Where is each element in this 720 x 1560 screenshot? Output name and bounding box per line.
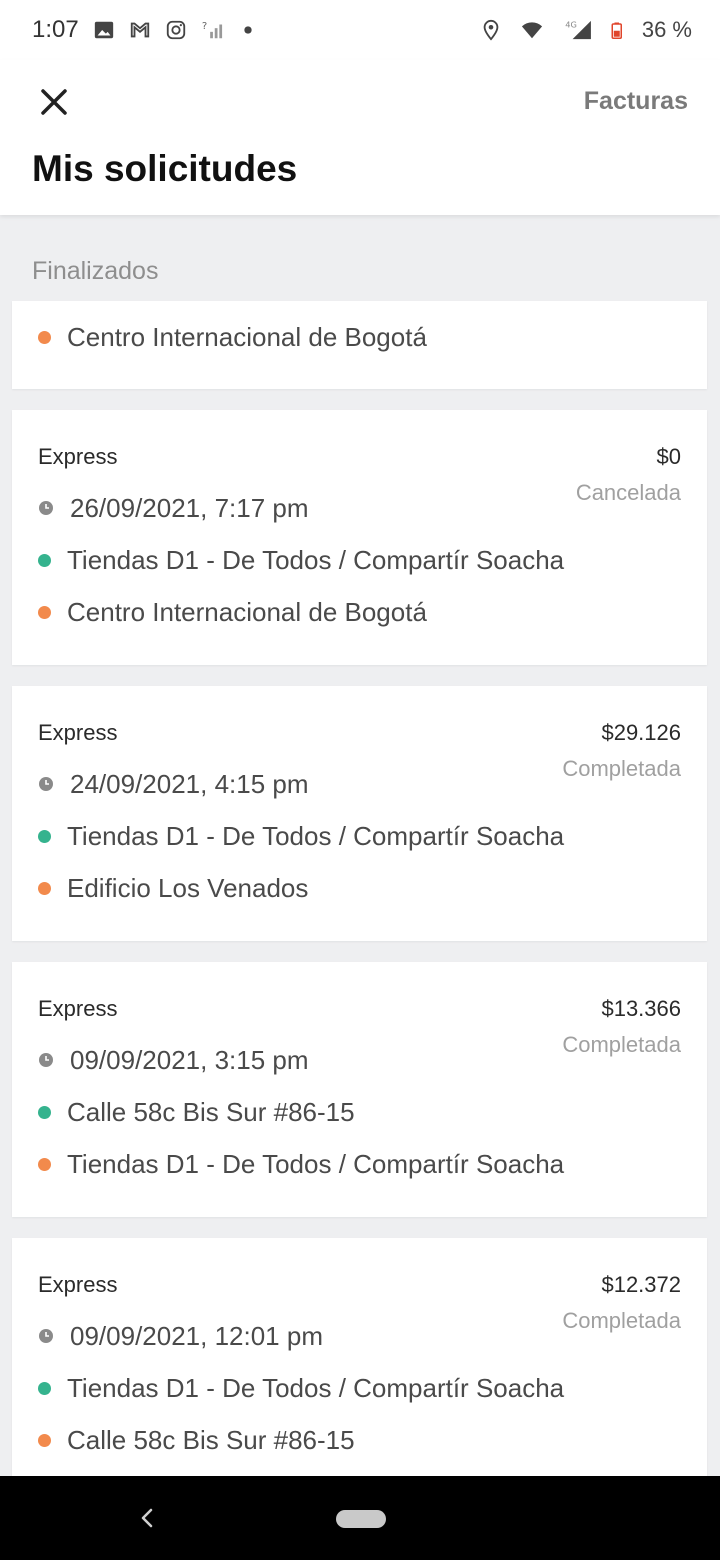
header: Facturas Mis solicitudes bbox=[0, 60, 720, 215]
section-label: Finalizados bbox=[32, 257, 159, 285]
origin-dot-icon bbox=[38, 829, 51, 843]
destination-row: Centro Internacional de Bogotá bbox=[38, 320, 427, 354]
instagram-icon bbox=[166, 20, 185, 40]
svg-text:?: ? bbox=[202, 21, 207, 32]
status-label: Completada bbox=[562, 756, 681, 781]
origin-dot-icon bbox=[38, 1381, 51, 1395]
destination-text: Edificio Los Venados bbox=[67, 872, 309, 903]
destination-text: Centro Internacional de Bogotá bbox=[67, 321, 427, 352]
status-bar: 1:07 ? 4G 36 % bbox=[0, 0, 720, 60]
request-card-partial[interactable]: Centro Internacional de Bogotá bbox=[12, 301, 707, 389]
destination-text: Centro Internacional de Bogotá bbox=[67, 596, 427, 627]
origin-dot-icon bbox=[38, 553, 51, 567]
battery-percent: 36 % bbox=[641, 17, 692, 42]
status-time: 1:07 bbox=[32, 16, 79, 43]
dot-icon bbox=[244, 26, 252, 34]
destination-row: Calle 58c Bis Sur #86-15 bbox=[38, 1423, 355, 1457]
origin-text: Tiendas D1 - De Todos / Compartír Soacha bbox=[67, 1372, 565, 1403]
origin-row: Tiendas D1 - De Todos / Compartír Soacha bbox=[38, 1371, 564, 1405]
clock-icon bbox=[39, 777, 53, 791]
datetime-text: 26/09/2021, 7:17 pm bbox=[70, 492, 309, 523]
service-type: Express bbox=[38, 444, 118, 469]
image-icon bbox=[94, 21, 113, 39]
destination-row: Tiendas D1 - De Todos / Compartír Soacha bbox=[38, 1147, 564, 1181]
datetime-text: 24/09/2021, 4:15 pm bbox=[70, 768, 309, 799]
back-icon[interactable] bbox=[136, 1506, 160, 1530]
requests-list[interactable]: Finalizados Centro Internacional de Bogo… bbox=[0, 215, 720, 1476]
status-label: Completada bbox=[562, 1032, 681, 1057]
destination-dot-icon bbox=[38, 605, 51, 619]
service-type: Express bbox=[38, 1272, 118, 1297]
signal-icon: 4G bbox=[565, 19, 591, 40]
battery-icon bbox=[611, 22, 622, 39]
price: $0 bbox=[656, 444, 681, 469]
location-icon bbox=[483, 19, 499, 41]
status-left: 1:07 ? bbox=[32, 16, 259, 44]
status-label: Cancelada bbox=[575, 480, 681, 505]
wifi-icon bbox=[521, 22, 542, 39]
datetime-text: 09/09/2021, 3:15 pm bbox=[70, 1044, 309, 1075]
destination-text: Tiendas D1 - De Todos / Compartír Soacha bbox=[67, 1148, 565, 1179]
destination-dot-icon bbox=[38, 1157, 51, 1171]
price: $12.372 bbox=[601, 1272, 681, 1297]
close-button[interactable] bbox=[34, 82, 74, 122]
origin-text: Tiendas D1 - De Todos / Compartír Soacha bbox=[67, 820, 565, 851]
home-pill-icon[interactable] bbox=[336, 1510, 386, 1528]
request-card[interactable]: Express $12.372 Completada 09/09/2021, 1… bbox=[12, 1238, 707, 1476]
destination-dot-icon bbox=[38, 1433, 51, 1447]
request-card[interactable]: Express $0 Cancelada 26/09/2021, 7:17 pm… bbox=[12, 410, 707, 665]
datetime-row: 09/09/2021, 12:01 pm bbox=[38, 1319, 323, 1353]
request-card[interactable]: Express $13.366 Completada 09/09/2021, 3… bbox=[12, 962, 707, 1217]
status-label: Completada bbox=[562, 1308, 681, 1333]
service-type: Express bbox=[38, 996, 118, 1021]
datetime-text: 09/09/2021, 12:01 pm bbox=[70, 1320, 323, 1351]
origin-row: Tiendas D1 - De Todos / Compartír Soacha bbox=[38, 819, 564, 853]
datetime-row: 24/09/2021, 4:15 pm bbox=[38, 767, 309, 801]
destination-text: Calle 58c Bis Sur #86-15 bbox=[67, 1424, 355, 1455]
close-icon bbox=[41, 89, 67, 115]
price: $29.126 bbox=[601, 720, 681, 745]
no-signal-icon: ? bbox=[202, 21, 222, 39]
destination-dot-icon bbox=[38, 330, 51, 344]
navigation-bar bbox=[0, 1476, 720, 1560]
service-type: Express bbox=[38, 720, 118, 745]
destination-dot-icon bbox=[38, 881, 51, 895]
origin-text: Tiendas D1 - De Todos / Compartír Soacha bbox=[67, 544, 565, 575]
origin-row: Tiendas D1 - De Todos / Compartír Soacha bbox=[38, 543, 564, 577]
price: $13.366 bbox=[601, 996, 681, 1021]
status-right: 4G 36 % bbox=[480, 17, 692, 43]
origin-row: Calle 58c Bis Sur #86-15 bbox=[38, 1095, 355, 1129]
request-card[interactable]: Express $29.126 Completada 24/09/2021, 4… bbox=[12, 686, 707, 941]
page-title: Mis solicitudes bbox=[32, 148, 298, 189]
datetime-row: 09/09/2021, 3:15 pm bbox=[38, 1043, 309, 1077]
datetime-row: 26/09/2021, 7:17 pm bbox=[38, 491, 309, 525]
clock-icon bbox=[39, 1329, 53, 1343]
destination-row: Edificio Los Venados bbox=[38, 871, 308, 905]
svg-text:4G: 4G bbox=[565, 19, 577, 29]
facturas-link[interactable]: Facturas bbox=[584, 87, 688, 116]
clock-icon bbox=[39, 1053, 53, 1067]
gmail-icon bbox=[130, 22, 149, 38]
destination-row: Centro Internacional de Bogotá bbox=[38, 595, 427, 629]
origin-text: Calle 58c Bis Sur #86-15 bbox=[67, 1096, 355, 1127]
origin-dot-icon bbox=[38, 1105, 51, 1119]
clock-icon bbox=[39, 501, 53, 515]
